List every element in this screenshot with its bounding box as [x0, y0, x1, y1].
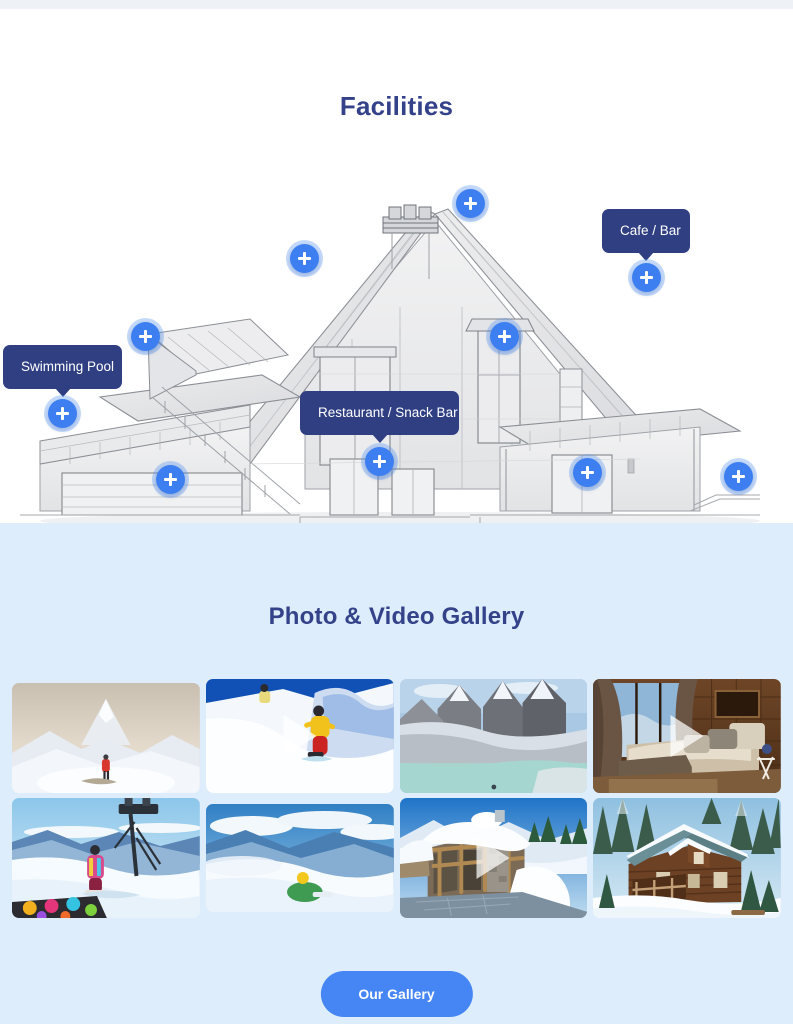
tile-image	[593, 679, 781, 793]
hotspot-plus-restaurant-snack-bar[interactable]	[365, 447, 394, 476]
tooltip-restaurant-snack-bar: Restaurant / Snack Bar	[300, 391, 459, 442]
gallery-title: Photo & Video Gallery	[268, 603, 525, 630]
tile-snow-covered-lodge[interactable]	[399, 798, 588, 918]
tile-log-cabin[interactable]	[593, 798, 781, 918]
tooltip-swimming-pool: Swimming Pool	[3, 345, 122, 396]
tile-image	[593, 798, 781, 918]
tile-snowboarder-powder[interactable]	[205, 679, 394, 793]
hotspot-plus-8[interactable]	[156, 465, 185, 494]
tile-image	[12, 683, 200, 793]
tile-image	[205, 679, 394, 793]
our-gallery-button[interactable]: Our Gallery	[320, 971, 473, 1017]
tile-image	[399, 679, 588, 793]
page-title: Facilities	[339, 91, 454, 121]
facilities-section: Facilities Swimming Pool Cafe / Bar Rest…	[0, 9, 793, 523]
tile-matterhorn-hiker[interactable]	[12, 683, 200, 793]
tile-chalet-bedroom[interactable]	[593, 679, 781, 793]
hotspot-plus-5[interactable]	[490, 322, 519, 351]
hotspot-plus-10[interactable]	[724, 462, 753, 491]
tile-snowboarder-slope[interactable]	[205, 804, 394, 912]
gallery-grid	[12, 679, 781, 918]
hotspot-plus-2[interactable]	[290, 244, 319, 273]
hotspot-plus-swimming-pool[interactable]	[48, 399, 77, 428]
tile-mountain-lake[interactable]	[399, 679, 588, 793]
tile-image	[399, 798, 588, 918]
top-strip	[0, 0, 793, 9]
tile-image	[205, 804, 394, 912]
page-root: Facilities Swimming Pool Cafe / Bar Rest…	[0, 0, 793, 1024]
tooltip-cafe-bar: Cafe / Bar	[602, 209, 690, 260]
hotspot-plus-cafe-bar[interactable]	[632, 263, 661, 292]
hotspot-plus-9[interactable]	[573, 458, 602, 487]
tile-ski-lift[interactable]	[12, 798, 200, 918]
hotspot-plus-1[interactable]	[456, 189, 485, 218]
tile-image	[12, 798, 200, 918]
gallery-section: Photo & Video Gallery Our Gallery	[0, 523, 793, 1024]
hotspot-plus-4[interactable]	[131, 322, 160, 351]
